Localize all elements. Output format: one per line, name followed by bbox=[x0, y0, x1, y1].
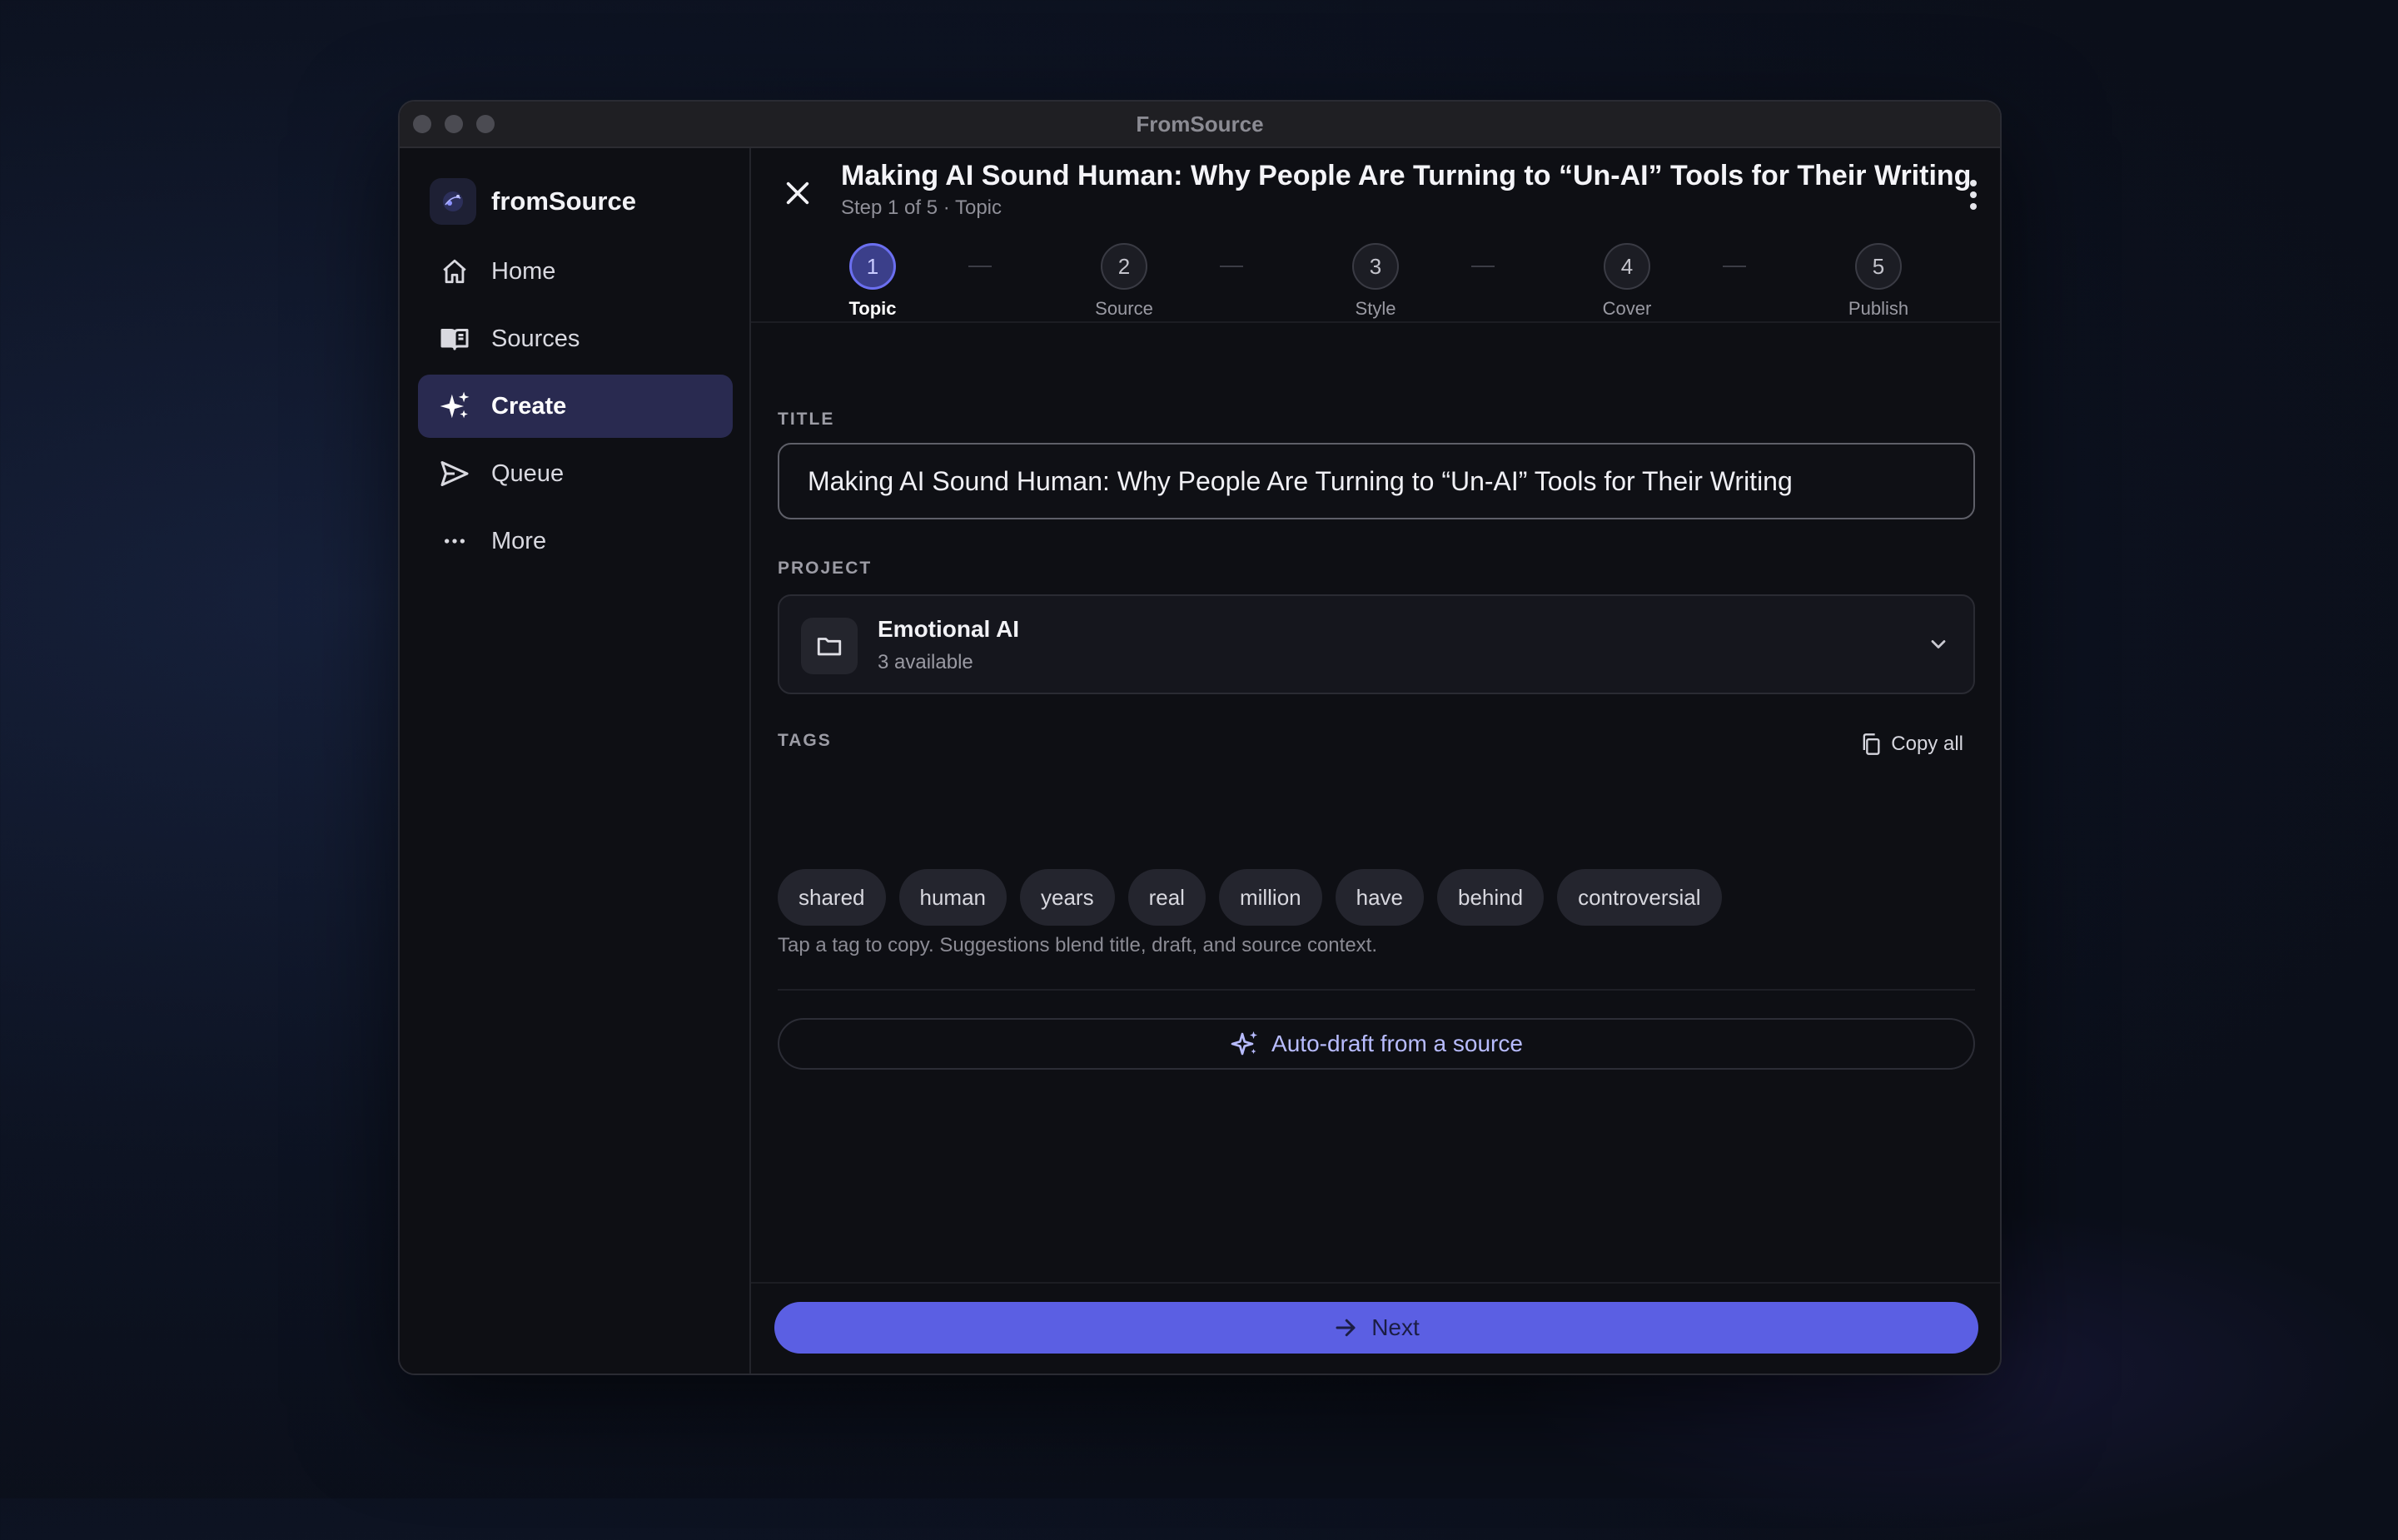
tag-chip[interactable]: years bbox=[1020, 869, 1115, 926]
sidebar-item-label: More bbox=[491, 527, 547, 554]
tag-list: shared human years real million have beh… bbox=[778, 869, 1722, 926]
arrow-right-icon bbox=[1336, 1319, 1356, 1337]
title-label: TITLE bbox=[778, 410, 835, 429]
step-number: 2 bbox=[1101, 243, 1147, 290]
step-connector bbox=[1723, 266, 1746, 267]
auto-draft-label: Auto-draft from a source bbox=[1271, 1031, 1523, 1056]
chevron-down-icon bbox=[1931, 640, 1946, 648]
close-icon bbox=[786, 181, 809, 205]
copy-icon bbox=[1863, 733, 1880, 755]
divider bbox=[778, 989, 1975, 991]
send-icon bbox=[438, 457, 471, 490]
tags-label: TAGS bbox=[778, 731, 832, 750]
window-title: FromSource bbox=[1136, 112, 1264, 137]
project-select[interactable]: Emotional AI 3 available bbox=[778, 594, 1975, 694]
sidebar: fromSource Home Sources Create Queue Mor… bbox=[400, 148, 751, 1374]
step-label: Cover bbox=[1602, 298, 1652, 319]
step-cover[interactable]: 4 Cover bbox=[1569, 243, 1685, 320]
close-button[interactable] bbox=[778, 173, 818, 213]
sidebar-item-label: Create bbox=[491, 392, 567, 420]
footer: Next bbox=[751, 1282, 2000, 1374]
step-style[interactable]: 3 Style bbox=[1317, 243, 1434, 320]
stepper: 1 Topic 2 Source 3 Style 4 Cover 5 Publi… bbox=[751, 228, 2000, 323]
brand[interactable]: fromSource bbox=[430, 178, 636, 225]
sidebar-item-home[interactable]: Home bbox=[418, 240, 733, 303]
tag-chip[interactable]: behind bbox=[1437, 869, 1545, 926]
step-number: 5 bbox=[1855, 243, 1902, 290]
brand-logo-icon bbox=[430, 178, 476, 225]
step-label: Topic bbox=[848, 298, 897, 319]
project-available-count: 3 available bbox=[878, 651, 973, 673]
sidebar-nav: Home Sources Create Queue More bbox=[418, 240, 733, 577]
title-bar: FromSource bbox=[400, 102, 2000, 148]
brand-name: fromSource bbox=[491, 186, 636, 216]
copy-all-label: Copy all bbox=[1891, 733, 1963, 755]
home-icon bbox=[438, 255, 471, 288]
step-number: 1 bbox=[849, 243, 896, 290]
app-window: FromSource fromSource Home Sources Creat… bbox=[398, 100, 2002, 1375]
step-number: 4 bbox=[1604, 243, 1650, 290]
main-panel: Making AI Sound Human: Why People Are Tu… bbox=[751, 148, 2000, 1374]
step-label: Style bbox=[1355, 298, 1396, 319]
sidebar-item-label: Sources bbox=[491, 325, 580, 352]
sidebar-item-label: Queue bbox=[491, 460, 565, 487]
step-connector bbox=[1471, 266, 1495, 267]
step-source[interactable]: 2 Source bbox=[1066, 243, 1182, 320]
step-label: Source bbox=[1095, 298, 1153, 319]
step-publish[interactable]: 5 Publish bbox=[1820, 243, 1937, 320]
tag-chip[interactable]: million bbox=[1218, 869, 1322, 926]
sparkles-icon bbox=[438, 390, 471, 423]
project-name: Emotional AI bbox=[878, 616, 1020, 642]
title-input[interactable] bbox=[778, 443, 1975, 519]
book-icon bbox=[438, 322, 471, 355]
next-label: Next bbox=[1371, 1314, 1420, 1340]
folder-icon bbox=[801, 618, 858, 674]
copy-all-button[interactable]: Copy all bbox=[1859, 733, 1963, 756]
tags-hint: Tap a tag to copy. Suggestions blend tit… bbox=[778, 934, 1377, 956]
tag-chip[interactable]: human bbox=[898, 869, 1007, 926]
kebab-dot bbox=[1970, 191, 1977, 198]
project-label: PROJECT bbox=[778, 559, 873, 578]
auto-draft-button[interactable]: Auto-draft from a source bbox=[778, 1018, 1975, 1070]
sidebar-item-queue[interactable]: Queue bbox=[418, 442, 733, 505]
step-topic[interactable]: 1 Topic bbox=[814, 243, 931, 320]
tag-chip[interactable]: have bbox=[1335, 869, 1425, 926]
kebab-dot bbox=[1970, 203, 1977, 210]
sidebar-item-create[interactable]: Create bbox=[418, 375, 733, 438]
more-icon bbox=[438, 524, 471, 558]
next-button[interactable]: Next bbox=[774, 1302, 1978, 1354]
sidebar-item-label: Home bbox=[491, 257, 556, 285]
tag-chip[interactable]: shared bbox=[778, 869, 886, 926]
step-connector bbox=[968, 266, 992, 267]
more-options-button[interactable] bbox=[1958, 175, 1988, 215]
tag-chip[interactable]: real bbox=[1127, 869, 1206, 926]
tag-chip[interactable]: controversial bbox=[1557, 869, 1722, 926]
step-number: 3 bbox=[1352, 243, 1399, 290]
sparkles-icon bbox=[1231, 1031, 1258, 1056]
page-title: Making AI Sound Human: Why People Are Tu… bbox=[841, 160, 1972, 191]
step-connector bbox=[1220, 266, 1243, 267]
kebab-dot bbox=[1970, 180, 1977, 186]
sidebar-item-sources[interactable]: Sources bbox=[418, 307, 733, 370]
step-label: Publish bbox=[1848, 298, 1909, 319]
sidebar-item-more[interactable]: More bbox=[418, 509, 733, 573]
step-subtitle: Step 1 of 5 · Topic bbox=[841, 196, 1002, 219]
